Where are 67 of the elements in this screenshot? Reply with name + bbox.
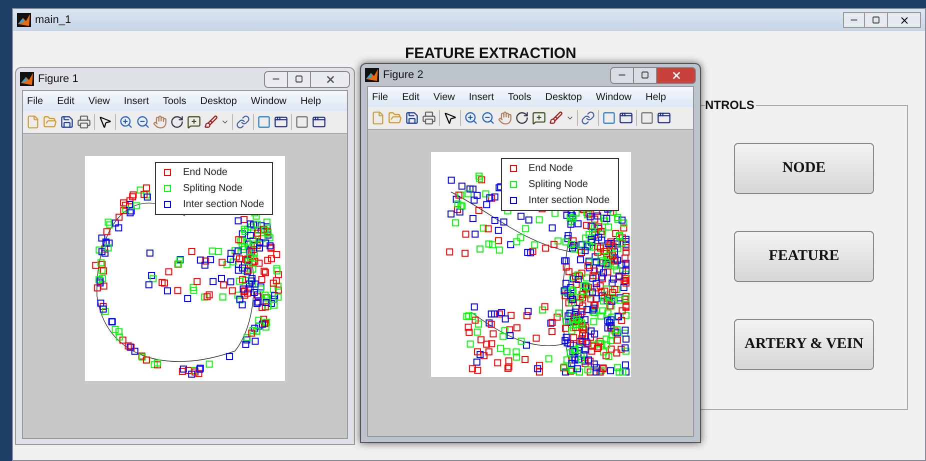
menu-item[interactable]: Window: [250, 94, 286, 108]
app-logo-icon: [17, 13, 31, 27]
window-icon[interactable]: [657, 111, 671, 125]
legend-label: Spliting Node: [183, 182, 242, 196]
menu-item[interactable]: Tools: [508, 90, 532, 104]
brush-icon[interactable]: [204, 115, 218, 129]
menu-item[interactable]: View: [433, 90, 455, 104]
print-icon[interactable]: [77, 115, 91, 129]
menu-item[interactable]: Insert: [124, 94, 149, 108]
close-button[interactable]: [887, 12, 921, 28]
zoom-in-icon[interactable]: [119, 115, 133, 129]
menu-item[interactable]: Edit: [57, 94, 74, 108]
maximize-icon: [641, 71, 649, 79]
caret-icon[interactable]: [221, 118, 229, 126]
app-logo-icon: [20, 72, 34, 86]
menu-item[interactable]: Window: [596, 90, 632, 104]
save-icon[interactable]: [60, 115, 74, 129]
square-icon[interactable]: [640, 111, 654, 125]
print-icon[interactable]: [422, 111, 436, 125]
window-title: Figure 1: [38, 72, 78, 87]
close-button[interactable]: [310, 70, 350, 88]
legend-label: Inter section Node: [183, 198, 264, 212]
menu-item[interactable]: Desktop: [200, 94, 237, 108]
rotate-icon[interactable]: [515, 111, 529, 125]
menu-item[interactable]: File: [372, 90, 388, 104]
maximize-icon: [872, 16, 880, 24]
rotate-icon[interactable]: [170, 115, 184, 129]
window-title: Figure 2: [383, 68, 424, 83]
save-icon[interactable]: [405, 111, 419, 125]
square-icon[interactable]: [295, 115, 309, 129]
maximize-icon: [295, 75, 303, 83]
zoom-out-icon[interactable]: [481, 111, 495, 125]
action-button[interactable]: FEATURE: [734, 231, 874, 282]
legend-label: End Node: [183, 166, 228, 180]
menu-item[interactable]: View: [88, 94, 110, 108]
window-icon[interactable]: [312, 115, 326, 129]
maximize-button[interactable]: [865, 12, 887, 28]
maximize-button[interactable]: [288, 70, 310, 88]
link-icon[interactable]: [581, 111, 595, 125]
menu-item[interactable]: Insert: [468, 90, 494, 104]
window-title: main_1: [35, 12, 72, 28]
menu-item[interactable]: Desktop: [545, 90, 582, 104]
close-icon: [898, 14, 910, 26]
caret-icon[interactable]: [566, 114, 574, 122]
legend-label: End Node: [528, 162, 573, 176]
legend-label: Inter section Node: [528, 194, 610, 208]
close-icon: [324, 74, 336, 84]
menu-item[interactable]: Help: [646, 90, 666, 104]
action-button[interactable]: NODE: [734, 143, 874, 194]
zoom-out-icon[interactable]: [136, 115, 150, 129]
panel-label: NTROLS: [705, 98, 756, 112]
page-heading: FEATURE EXTRACTION: [405, 44, 576, 64]
app-logo-icon: [365, 68, 379, 82]
maximize-button[interactable]: [634, 66, 656, 84]
legend-label: Spliting Node: [528, 178, 588, 192]
link-icon[interactable]: [236, 115, 250, 129]
action-button[interactable]: ARTERY & VEIN: [734, 319, 874, 370]
zoom-in-icon[interactable]: [464, 111, 478, 125]
close-icon: [670, 70, 682, 80]
menu-item[interactable]: File: [27, 94, 44, 108]
menu-item[interactable]: Help: [300, 94, 322, 108]
pointer-icon[interactable]: [98, 115, 112, 129]
menu-item[interactable]: Edit: [402, 90, 420, 104]
close-button[interactable]: [656, 66, 696, 84]
brush-icon[interactable]: [549, 111, 563, 125]
pointer-icon[interactable]: [443, 111, 457, 125]
menu-item[interactable]: Tools: [162, 94, 186, 108]
